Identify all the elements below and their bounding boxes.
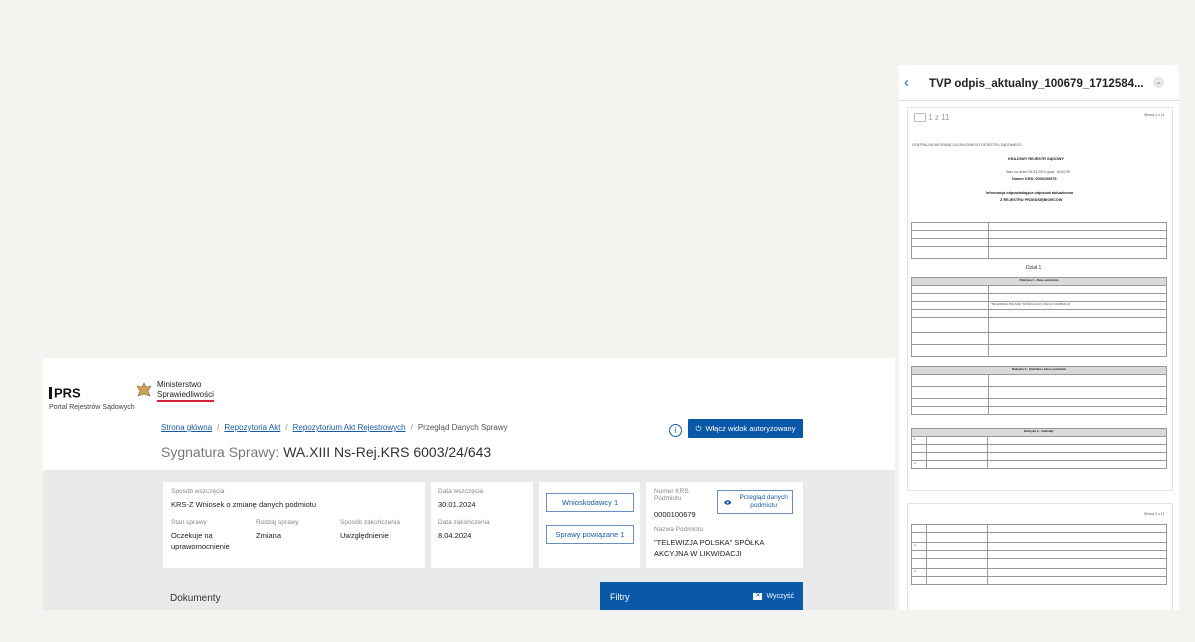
page1-krs-title: KRAJOWY REJESTR SĄDOWY <box>1008 157 1065 161</box>
dates-card: Data wszczęcia 30.01.2024 Data zakończen… <box>431 482 533 568</box>
documents-heading: Dokumenty <box>170 593 221 604</box>
breadcrumb-home[interactable]: Strona główna <box>161 423 212 432</box>
prs-logo-mark <box>49 386 52 399</box>
chevron-down-icon[interactable]: ⌄ <box>1153 77 1164 88</box>
clear-icon: ✕ <box>753 593 763 600</box>
page2-table: 3 4 <box>910 524 1167 585</box>
data-zakonczenia-label: Data zakończenia <box>438 519 490 526</box>
page1-dzial: Dział 1 <box>1026 265 1042 271</box>
prs-title: PRS <box>54 385 81 401</box>
eye-icon <box>724 499 732 505</box>
breadcrumb-repozytorium-rejestrowych[interactable]: Repozytorium Akt Rejestrowych <box>293 423 406 432</box>
sposob-value: KRS-Z Wniosek o zmianę danych podmiotu <box>171 500 317 509</box>
data-wszczecia-value: 30.01.2024 <box>438 500 476 509</box>
sidebar-icon <box>914 113 926 123</box>
nazwa-value: "TELEWIZJA POLSKA" SPÓŁKA AKCYJNA W LIKW… <box>654 538 764 558</box>
zakonczenie-value: Uwzględnienie <box>340 531 389 540</box>
page1-strona: Strona 1 z 11 <box>1144 113 1165 117</box>
portal-window: PRS Portal Rejestrów Sądowych Ministerst… <box>43 358 895 610</box>
auth-view-button[interactable]: ⏻ Włącz widok autoryzowany <box>688 419 803 438</box>
pdf-viewer: ‹ TVP odpis_aktualny_100679_1712584... ⌄… <box>899 65 1179 610</box>
nazwa-label: Nazwa Podmiotu <box>654 526 704 533</box>
stan-value: Oczekuje na uprawomocnienie <box>171 531 230 551</box>
page1-rubryka3-table: Rubryka 3 - Oddziały 1 2 <box>910 428 1167 469</box>
page1-rubryka2-table: Rubryka 2 - Siedziba i adres podmiotu <box>911 366 1167 415</box>
krs-label: Numer KRS Podmiotu <box>654 488 689 502</box>
sygnatura-value: WA.XIII Ns-Rej.KRS 6003/24/643 <box>283 444 492 460</box>
info-icon[interactable]: i <box>669 424 682 437</box>
przeglad-danych-label: Przegląd danych podmiotu <box>739 494 788 509</box>
breadcrumb-current: Przegląd Danych Sprawy <box>417 423 508 432</box>
power-icon: ⏻ <box>695 423 702 433</box>
data-zakonczenia-value: 8.04.2024 <box>438 531 472 540</box>
page1-info1: Informacja odpowiadająca odpisowi aktual… <box>986 191 1074 195</box>
prs-logo[interactable]: PRS Portal Rejestrów Sądowych <box>49 384 135 411</box>
prs-subtitle: Portal Rejestrów Sądowych <box>49 404 135 411</box>
rodzaj-label: Rodzaj sprawy <box>256 519 299 526</box>
przeglad-danych-button[interactable]: Przegląd danych podmiotu <box>717 490 793 514</box>
rubryka2-heading: Rubryka 2 - Siedziba i adres podmiotu <box>911 366 1167 375</box>
krs-value: 0000100679 <box>654 510 696 519</box>
eagle-emblem-icon <box>136 382 152 397</box>
page1-info2: Z REJESTRU PRZEDSIĘBIORCÓW <box>1000 198 1063 202</box>
sprawy-powiazane-button[interactable]: Sprawy powiązane 1 <box>546 525 634 544</box>
ministry-line1: Ministerstwo <box>157 380 202 389</box>
wnioskodawcy-button[interactable]: Wnioskodawcy 1 <box>546 493 634 512</box>
auth-view-label: Włącz widok autoryzowany <box>705 424 796 433</box>
breadcrumb: Strona główna / Repozytoria Akt / Repozytori… <box>161 423 508 432</box>
page-counter: 1 z 11 <box>914 113 949 123</box>
page1-header-line: CENTRALNA INFORMACJA KRAJOWEGO REJESTRU … <box>912 143 1022 147</box>
ministry-line2: Sprawiedliwości <box>157 390 214 402</box>
pdf-page-2: Strona 2 z 11 3 4 <box>907 503 1173 610</box>
rodzaj-value: Zmiana <box>256 531 282 540</box>
clear-filters-label: Wyczyść <box>766 593 794 600</box>
sygnatura-label: Sygnatura Sprawy: <box>161 444 280 460</box>
page2-strona: Strona 2 z 11 <box>1144 512 1165 516</box>
chevron-left-icon[interactable]: ‹ <box>904 74 909 91</box>
page1-header-table <box>911 222 1167 259</box>
filters-title: Filtry <box>610 592 630 602</box>
sposob-label: Sposób wszczęcia <box>171 488 225 495</box>
stan-label: Stan sprawy <box>171 519 207 526</box>
pdf-page-1: 1 z 11 Strona 1 z 11 CENTRALNA INFORMACJ… <box>907 107 1173 491</box>
page1-rubryka1-table: Rubryka 1 - Dane podmiotu "TELEWIZJA POL… <box>911 277 1167 357</box>
rubryka1-heading: Rubryka 1 - Dane podmiotu <box>911 277 1167 286</box>
case-info-card: Sposób wszczęcia KRS-Z Wniosek o zmianę … <box>163 482 425 568</box>
clear-filters-button[interactable]: ✕ Wyczyść <box>753 593 794 600</box>
page-title: Sygnatura Sprawy: WA.XIII Ns-Rej.KRS 600… <box>161 444 491 460</box>
page1-numer: Numer KRS: 0000100679 <box>1012 177 1057 181</box>
page1-stan: Stan na dzień 08.04.2024 godz. 16:00:39 <box>1006 170 1071 174</box>
filters-panel: Filtry ✕ Wyczyść <box>600 582 803 610</box>
zakonczenie-label: Sposób zakończenia <box>340 519 400 526</box>
ministry-logo[interactable]: Ministerstwo Sprawiedliwości <box>136 380 214 402</box>
viewer-header: ‹ TVP odpis_aktualny_100679_1712584... ⌄ <box>899 65 1179 101</box>
viewer-title: TVP odpis_aktualny_100679_1712584... <box>929 78 1144 90</box>
rubryka3-heading: Rubryka 3 - Oddziały <box>911 428 1167 437</box>
breadcrumb-repozytoria[interactable]: Repozytoria Akt <box>224 423 280 432</box>
page1-nazwa: "TELEWIZJA POLSKA" SPÓŁKA AKCYJNA W LIKW… <box>987 301 1167 310</box>
data-wszczecia-label: Data wszczęcia <box>438 488 484 495</box>
